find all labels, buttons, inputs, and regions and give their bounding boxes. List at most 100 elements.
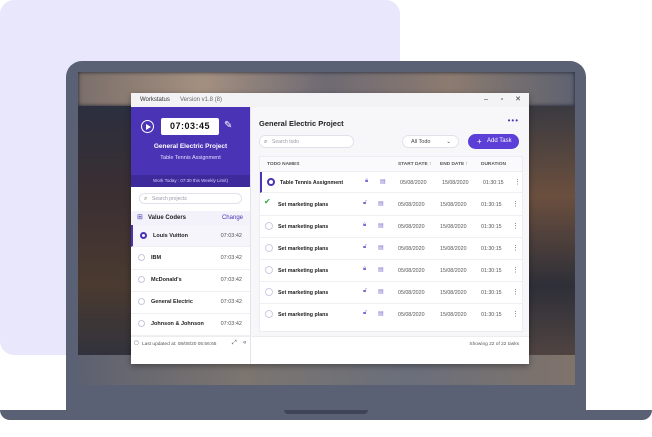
project-time: 07:03:42 bbox=[220, 255, 242, 261]
search-todo-placeholder: Search todo bbox=[272, 139, 299, 145]
project-status-icon bbox=[138, 320, 145, 327]
note-icon[interactable]: ▤ bbox=[378, 266, 384, 273]
row-menu-icon[interactable]: ⋮ bbox=[514, 178, 521, 186]
lock-icon[interactable]: 🔒︎ bbox=[365, 178, 368, 185]
table-row[interactable]: ✔ Set marketing plans 🔓︎ ▤ 05/08/2020 15… bbox=[260, 194, 522, 216]
table-row[interactable]: Set marketing plans 🔓︎ ▤ 05/08/2020 15/0… bbox=[260, 304, 522, 325]
timer-display: 07:03:45 bbox=[161, 118, 219, 135]
laptop-base-notch bbox=[284, 410, 368, 414]
expand-icon[interactable]: ⤢ bbox=[232, 340, 237, 347]
current-project: General Electric Project bbox=[153, 143, 228, 150]
column-header[interactable]: DURATION bbox=[481, 162, 506, 167]
status-icon[interactable] bbox=[265, 266, 273, 274]
status-bar: ▢ Last updated at: 08/08/20 05:56:65 ⤢ «… bbox=[131, 336, 529, 351]
project-status-icon bbox=[140, 232, 147, 239]
close-icon[interactable]: ✕ bbox=[513, 95, 523, 105]
search-todo-input[interactable]: ⌕ Search todo bbox=[259, 135, 354, 148]
status-icon[interactable] bbox=[265, 310, 273, 318]
check-icon[interactable]: ✔ bbox=[264, 197, 271, 206]
project-name: Johnson & Johnson bbox=[151, 321, 204, 327]
unlock-icon[interactable]: 🔓︎ bbox=[363, 288, 367, 295]
start-date: 05/08/2020 bbox=[398, 268, 425, 274]
filter-value: All Todo bbox=[411, 139, 431, 145]
project-status-icon bbox=[138, 298, 145, 305]
edit-icon[interactable]: ✎ bbox=[224, 120, 236, 132]
note-icon[interactable]: ▤ bbox=[378, 222, 384, 229]
row-menu-icon[interactable]: ⋮ bbox=[512, 222, 519, 230]
status-icon[interactable] bbox=[265, 288, 273, 296]
duration: 01:30:15 bbox=[481, 290, 502, 296]
project-time: 07:03:42 bbox=[220, 277, 242, 283]
collapse-icon[interactable]: « bbox=[243, 340, 246, 346]
todo-filter-select[interactable]: All Todo ⌄ bbox=[402, 135, 459, 148]
search-projects-placeholder: Search projects bbox=[152, 196, 187, 202]
end-date: 15/08/2020 bbox=[442, 180, 469, 186]
lock-icon[interactable]: 🔒︎ bbox=[363, 266, 366, 273]
change-org-link[interactable]: Change bbox=[222, 215, 243, 221]
timer-panel: 07:03:45 ✎ General Electric Project Tabl… bbox=[131, 107, 250, 187]
add-task-button[interactable]: + Add Task bbox=[468, 134, 519, 149]
project-item[interactable]: Louis Vuitton 07:03:42 bbox=[131, 225, 250, 247]
todo-name: Set marketing plans bbox=[278, 224, 329, 230]
note-icon[interactable]: ▤ bbox=[380, 178, 386, 185]
end-date: 15/08/2020 bbox=[440, 224, 467, 230]
project-name: Louis Vuitton bbox=[153, 233, 188, 239]
project-status-icon bbox=[138, 276, 145, 283]
end-date: 15/08/2020 bbox=[440, 202, 467, 208]
note-icon[interactable]: ▤ bbox=[378, 310, 384, 317]
project-item[interactable]: IBM 07:03:42 bbox=[131, 247, 250, 270]
todo-name: Set marketing plans bbox=[278, 246, 329, 252]
status-icon[interactable] bbox=[265, 222, 273, 230]
table-row[interactable]: Set marketing plans 🔒︎ ▤ 05/08/2020 15/0… bbox=[260, 260, 522, 282]
project-name: IBM bbox=[151, 255, 162, 261]
project-item[interactable]: McDonald's 07:03:42 bbox=[131, 269, 250, 292]
project-time: 07:03:42 bbox=[220, 233, 242, 239]
unlock-icon[interactable]: 🔓︎ bbox=[363, 244, 367, 251]
lock-icon[interactable]: 🔒︎ bbox=[363, 222, 366, 229]
column-header[interactable]: START DATE ↑ bbox=[398, 162, 431, 167]
table-row[interactable]: Set marketing plans 🔒︎ ▤ 05/08/2020 15/0… bbox=[260, 216, 522, 238]
todo-name: Set marketing plans bbox=[278, 268, 329, 274]
status-icon[interactable] bbox=[265, 244, 273, 252]
table-row[interactable]: Set marketing plans 🔓︎ ▤ 05/08/2020 15/0… bbox=[260, 238, 522, 260]
row-menu-icon[interactable]: ⋮ bbox=[512, 266, 519, 274]
row-menu-icon[interactable]: ⋮ bbox=[512, 200, 519, 208]
todo-name: Set marketing plans bbox=[278, 202, 329, 208]
organization-row: ⊞ Value Coders Change bbox=[131, 211, 250, 225]
note-icon[interactable]: ▤ bbox=[378, 244, 384, 251]
work-today: Work Today : 07:30 this Weekly Limit) bbox=[131, 175, 250, 187]
more-options-icon[interactable]: ••• bbox=[508, 116, 519, 125]
chevron-down-icon: ⌄ bbox=[446, 139, 451, 145]
search-icon: ⌕ bbox=[264, 139, 268, 145]
note-icon[interactable]: ▤ bbox=[378, 288, 384, 295]
table-row[interactable]: Table Tennis Assignment 🔒︎ ▤ 05/08/2020 … bbox=[260, 172, 522, 193]
minimize-icon[interactable]: – bbox=[481, 95, 491, 105]
todo-name: Table Tennis Assignment bbox=[280, 180, 344, 186]
project-item[interactable]: Johnson & Johnson 07:03:42 bbox=[131, 313, 250, 336]
unlock-icon[interactable]: 🔓︎ bbox=[363, 310, 367, 317]
duration: 01:30:15 bbox=[481, 224, 502, 230]
table-row[interactable]: Set marketing plans 🔓︎ ▤ 05/08/2020 15/0… bbox=[260, 282, 522, 304]
column-header[interactable]: END DATE ↑ bbox=[440, 162, 468, 167]
duration: 01:30:15 bbox=[483, 180, 504, 186]
column-header[interactable]: TODO NAMES bbox=[267, 162, 299, 167]
project-item[interactable]: General Electric 07:03:42 bbox=[131, 291, 250, 314]
start-date: 05/08/2020 bbox=[398, 290, 425, 296]
row-menu-icon[interactable]: ⋮ bbox=[512, 244, 519, 252]
maximize-icon[interactable]: ▫ bbox=[497, 95, 507, 105]
current-task: Table Tennis Assignment bbox=[160, 155, 221, 161]
status-icon[interactable] bbox=[267, 178, 275, 186]
end-date: 15/08/2020 bbox=[440, 290, 467, 296]
last-updated: Last updated at: 08/08/20 05:56:65 bbox=[142, 342, 217, 347]
row-menu-icon[interactable]: ⋮ bbox=[512, 288, 519, 296]
note-icon[interactable]: ▤ bbox=[378, 200, 384, 207]
todo-name: Set marketing plans bbox=[278, 290, 329, 296]
play-icon[interactable] bbox=[141, 120, 154, 133]
start-date: 05/08/2020 bbox=[398, 224, 425, 230]
row-menu-icon[interactable]: ⋮ bbox=[512, 310, 519, 318]
duration: 01:30:15 bbox=[481, 202, 502, 208]
unlock-icon[interactable]: 🔓︎ bbox=[363, 200, 367, 207]
main-panel: General Electric Project ••• ⌕ Search to… bbox=[251, 107, 529, 336]
search-projects-input[interactable]: ⌕ Search projects bbox=[139, 193, 242, 204]
end-date: 15/08/2020 bbox=[440, 246, 467, 252]
